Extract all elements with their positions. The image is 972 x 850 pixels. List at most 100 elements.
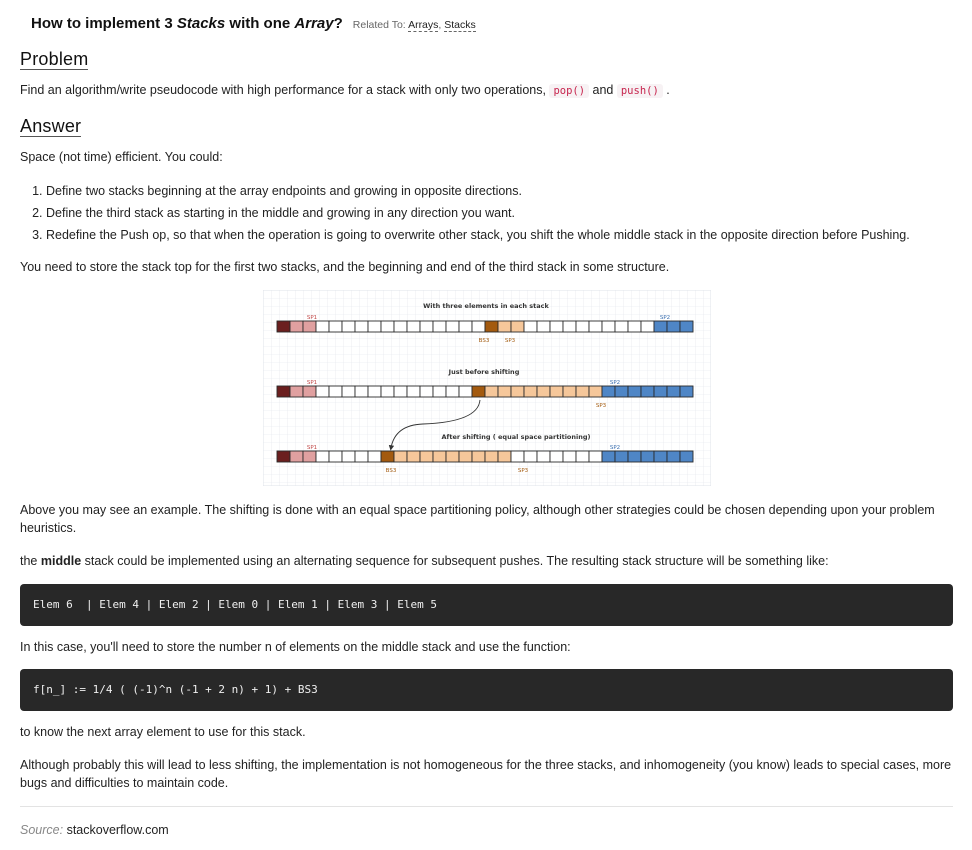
array-cell bbox=[588, 385, 603, 398]
array-cell bbox=[458, 320, 473, 333]
pop-code: pop() bbox=[549, 84, 590, 98]
middle-text: the middle stack could be implemented us… bbox=[20, 554, 829, 568]
array-cell bbox=[549, 450, 564, 463]
array-cell bbox=[419, 450, 434, 463]
row3-label: After shifting ( equal space partitionin… bbox=[442, 433, 591, 441]
array-cell bbox=[497, 450, 512, 463]
array-cell bbox=[341, 450, 356, 463]
conclusion-text: Although probably this will lead to less… bbox=[20, 758, 952, 790]
row1-label: With three elements in each stack bbox=[423, 302, 549, 310]
sp2-label-row2: SP2 bbox=[610, 380, 620, 386]
sp3-label-row1: SP3 bbox=[505, 338, 516, 344]
code-block-function: f[n_] := 1/4 ( (-1)^n (-1 + 2 n) + 1) + … bbox=[20, 669, 953, 711]
array-cell bbox=[302, 320, 317, 333]
array-row-3 bbox=[276, 450, 694, 463]
array-cell bbox=[393, 320, 408, 333]
sp1-label-row2: SP1 bbox=[307, 380, 317, 386]
related-link-arrays[interactable]: Arrays bbox=[408, 19, 439, 32]
array-cell bbox=[614, 320, 629, 333]
array-cell bbox=[315, 320, 330, 333]
array-cell bbox=[471, 385, 486, 398]
array-cell bbox=[276, 320, 291, 333]
array-cell bbox=[445, 385, 460, 398]
array-cell bbox=[432, 320, 447, 333]
array-cell bbox=[445, 450, 460, 463]
store-text: You need to store the stack top for the … bbox=[20, 260, 670, 274]
array-cell bbox=[627, 320, 642, 333]
array-cell bbox=[302, 450, 317, 463]
sp3-label-row3: SP3 bbox=[518, 468, 529, 474]
array-cell bbox=[523, 385, 538, 398]
array-cell bbox=[328, 320, 343, 333]
know-text: to know the next array element to use fo… bbox=[20, 725, 306, 739]
array-cell bbox=[484, 385, 499, 398]
array-cell bbox=[354, 320, 369, 333]
array-cell bbox=[458, 450, 473, 463]
related-tags: Related To: Arrays, Stacks bbox=[352, 19, 476, 32]
array-cell bbox=[614, 450, 629, 463]
related-link-stacks[interactable]: Stacks bbox=[444, 19, 476, 32]
array-cell bbox=[497, 385, 512, 398]
array-cell bbox=[510, 450, 525, 463]
array-cell bbox=[302, 385, 317, 398]
sp3-label-row2: SP3 bbox=[596, 403, 607, 409]
array-cell bbox=[497, 320, 512, 333]
array-cell bbox=[471, 320, 486, 333]
array-cell bbox=[419, 320, 434, 333]
array-cell bbox=[588, 450, 603, 463]
array-cell bbox=[679, 320, 694, 333]
array-cell bbox=[510, 385, 525, 398]
bs3-label-row3: BS3 bbox=[386, 468, 397, 474]
array-cell bbox=[276, 385, 291, 398]
array-cell bbox=[601, 450, 616, 463]
array-cell bbox=[666, 385, 681, 398]
stack-diagram: With three elements in each stack Just b… bbox=[263, 290, 711, 486]
array-cell bbox=[367, 385, 382, 398]
array-cell bbox=[627, 385, 642, 398]
array-cell bbox=[653, 450, 668, 463]
array-cell bbox=[562, 450, 577, 463]
array-cell bbox=[653, 385, 668, 398]
array-cell bbox=[289, 385, 304, 398]
problem-text: Find an algorithm/write pseudocode with … bbox=[20, 83, 670, 98]
array-cell bbox=[393, 450, 408, 463]
array-cell bbox=[575, 450, 590, 463]
array-cell bbox=[380, 385, 395, 398]
array-cell bbox=[666, 320, 681, 333]
array-cell bbox=[419, 385, 434, 398]
array-cell bbox=[666, 450, 681, 463]
array-cell bbox=[367, 450, 382, 463]
array-cell bbox=[445, 320, 460, 333]
array-cell bbox=[523, 320, 538, 333]
array-cell bbox=[640, 320, 655, 333]
source-label: Source: bbox=[20, 823, 64, 837]
array-cell bbox=[549, 385, 564, 398]
sp1-label-row3: SP1 bbox=[307, 445, 317, 451]
array-row-1 bbox=[276, 320, 694, 333]
title-row: How to implement 3 Stacks with one Array… bbox=[31, 15, 476, 32]
array-cell bbox=[341, 385, 356, 398]
array-cell bbox=[510, 320, 525, 333]
array-cell bbox=[640, 385, 655, 398]
array-cell bbox=[354, 450, 369, 463]
array-cell bbox=[328, 450, 343, 463]
function-text: In this case, you'll need to store the n… bbox=[20, 640, 571, 654]
array-cell bbox=[601, 385, 616, 398]
array-cell bbox=[354, 385, 369, 398]
array-cell bbox=[432, 385, 447, 398]
array-cell bbox=[536, 385, 551, 398]
array-cell bbox=[315, 385, 330, 398]
sp1-label-row1: SP1 bbox=[307, 315, 317, 321]
page-title: How to implement 3 Stacks with one Array… bbox=[31, 15, 343, 32]
divider bbox=[20, 806, 953, 807]
answer-heading: Answer bbox=[20, 116, 82, 137]
related-label: Related To: bbox=[352, 19, 406, 31]
source-line: Source: stackoverflow.com bbox=[20, 823, 169, 837]
list-item: Define two stacks beginning at the array… bbox=[46, 180, 910, 202]
array-cell bbox=[276, 450, 291, 463]
array-cell bbox=[289, 450, 304, 463]
array-cell bbox=[627, 450, 642, 463]
source-link[interactable]: stackoverflow.com bbox=[67, 823, 169, 837]
answer-intro: Space (not time) efficient. You could: bbox=[20, 150, 223, 164]
array-cell bbox=[536, 450, 551, 463]
